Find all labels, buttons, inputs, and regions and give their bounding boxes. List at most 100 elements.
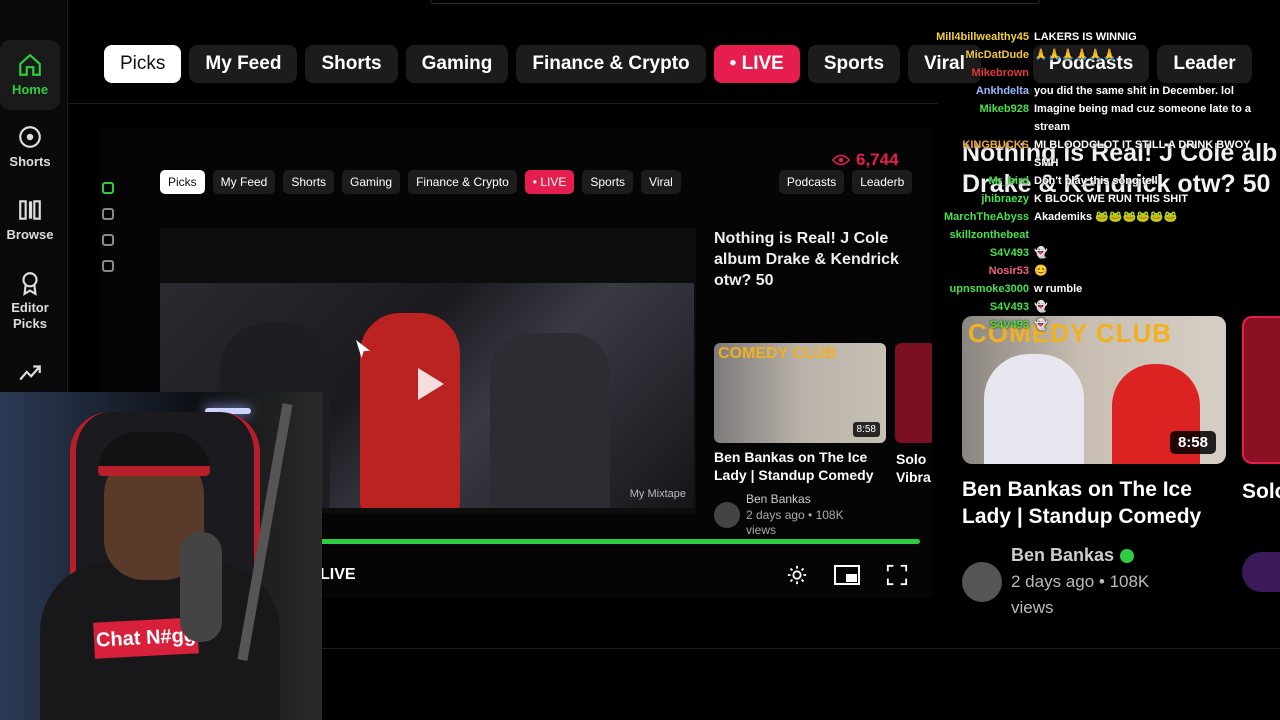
chat-username[interactable]: KINGBUCKS [918, 138, 1029, 152]
viewer-count-value: 6,744 [856, 150, 899, 169]
video-thumbnail[interactable]: COMEDY CLUB 8:58 [962, 316, 1226, 464]
sidebar-item-label: Shorts [9, 154, 51, 169]
thumbnail-brand: COMEDY CLUB [718, 345, 837, 362]
tab-live[interactable]: • LIVE [713, 45, 800, 83]
chat-message: SMH [918, 156, 1058, 170]
microphone [180, 532, 222, 642]
video-duration: 8:58 [1169, 431, 1216, 454]
nested-tab-my-feed[interactable]: My Feed [212, 170, 276, 194]
chat-username[interactable]: Mill4billwealthy45 [918, 30, 1029, 44]
nested-tab-podcasts[interactable]: Podcasts [778, 170, 845, 194]
chat-text: Akademiks 🐸🐸🐸🐸🐸🐸 [1034, 211, 1178, 223]
chat-username[interactable]: S4V493 [918, 300, 1029, 314]
webcam-feed: Chat N#gg [0, 392, 322, 720]
chat-username[interactable]: Ankhdelta [918, 84, 1029, 98]
mini-sidebar [100, 168, 120, 388]
video-watermark: My Mixtape [629, 488, 686, 500]
chat-username[interactable]: Mikeb928 [918, 102, 1029, 116]
top-frame [430, 0, 1040, 4]
nested-tab-shorts[interactable]: Shorts [283, 170, 335, 194]
nested-video-thumbnail[interactable]: COMEDY CLUB 8:58 [714, 343, 886, 443]
chat-username[interactable]: upnsmoke3000 [918, 282, 1029, 296]
video-author[interactable]: Ben Bankas [1011, 545, 1135, 566]
chat-message: S4V493 👻 [918, 318, 1048, 332]
nested-tab-picks[interactable]: Picks [160, 170, 205, 194]
chat-text: 👻 [1034, 247, 1048, 259]
chat-username[interactable]: skillzonthebeat [918, 228, 1029, 242]
chat-username[interactable]: Nosir53 [918, 264, 1029, 278]
trending-icon [19, 365, 41, 381]
chat-username[interactable]: MicDatDude [918, 48, 1029, 62]
chat-username[interactable]: S4V493 [918, 246, 1029, 260]
nested-tab-leaderboard[interactable]: Leaderb [852, 170, 913, 194]
chat-message: KINGBUCKS MI BLOODCLOT IT STILL A DRINK B… [918, 138, 1251, 152]
chat-username[interactable]: Mikebrown [918, 66, 1029, 80]
chat-message: Mr_bird Don't play this song tell [918, 174, 1158, 188]
tab-my-feed[interactable]: My Feed [189, 45, 298, 83]
settings-gear-icon[interactable] [786, 564, 808, 586]
nested-tab-finance-crypto[interactable]: Finance & Crypto [408, 170, 517, 194]
nested-tab-live[interactable]: • LIVE [524, 170, 575, 194]
video-author-name: Ben Bankas [1011, 545, 1115, 565]
nested-video-author[interactable]: Ben Bankas [746, 492, 811, 506]
chat-message: MicDatDude 🙏🙏🙏🙏🙏🙏 [918, 48, 1116, 62]
chat-message: jhibraezy K BLOCK WE RUN THIS SHIT [918, 192, 1188, 206]
chat-username[interactable]: jhibraezy [918, 192, 1029, 206]
nested-video-thumbnail-2[interactable] [895, 343, 932, 443]
video-title-2[interactable]: Solo Vibr [1242, 478, 1280, 505]
chat-message: MarchTheAbyss Akademiks 🐸🐸🐸🐸🐸🐸 [918, 210, 1177, 224]
tab-picks[interactable]: Picks [104, 45, 182, 83]
video-progress-bar[interactable] [320, 539, 920, 544]
nested-video-title[interactable]: Ben Bankas on The Ice Lady | Standup Com… [714, 448, 884, 484]
chat-text: w rumble [1034, 283, 1083, 295]
pip-icon[interactable] [834, 564, 860, 586]
chat-message: Mill4billwealthy45 LAKERS IS WINNIG [918, 30, 1137, 44]
chat-text: 😊 [1034, 265, 1048, 277]
chat-message: upnsmoke3000 w rumble [918, 282, 1083, 296]
chat-message: stream [918, 120, 1070, 134]
chat-text: K BLOCK WE RUN THIS SHIT [1034, 193, 1188, 205]
video-meta: 2 days ago • 108K views [1011, 572, 1150, 617]
chat-username[interactable]: Mr_bird [918, 174, 1029, 188]
fullscreen-icon[interactable] [886, 564, 908, 586]
sidebar-item-trending[interactable] [0, 360, 60, 390]
chat-text: 🙏🙏🙏🙏🙏🙏 [1034, 49, 1117, 61]
video-title[interactable]: Ben Bankas on The Ice Lady | Standup Com… [962, 476, 1232, 530]
chat-message: skillzonthebeat [918, 228, 1034, 242]
sidebar-item-browse[interactable]: Browse [0, 197, 60, 243]
tab-finance-crypto[interactable]: Finance & Crypto [516, 45, 706, 83]
sidebar-item-label: Home [11, 82, 49, 97]
nested-tab-sports[interactable]: Sports [582, 170, 634, 194]
video-thumbnail-2[interactable] [1242, 316, 1280, 464]
sidebar-item-shorts[interactable]: Shorts [0, 124, 60, 170]
chat-text: stream [1034, 121, 1071, 133]
nested-category-tabs: Picks My Feed Shorts Gaming Finance & Cr… [160, 170, 913, 194]
chat-username[interactable]: S4V493 [918, 318, 1029, 332]
avatar-2[interactable] [1242, 552, 1280, 592]
sidebar-item-home[interactable]: Home [0, 40, 60, 110]
nested-tab-gaming[interactable]: Gaming [342, 170, 401, 194]
tab-gaming[interactable]: Gaming [405, 45, 509, 83]
sidebar-item-editor-picks[interactable]: Editor Picks [0, 270, 60, 332]
tab-leaderboard[interactable]: Leader [1157, 45, 1252, 83]
video-duration: 8:58 [852, 422, 880, 437]
chat-message: S4V493 👻 [918, 246, 1048, 260]
tab-shorts[interactable]: Shorts [305, 45, 398, 83]
chat-message: Mikebrown [918, 66, 1034, 80]
chat-message: S4V493 👻 [918, 300, 1048, 314]
avatar[interactable] [962, 562, 1002, 602]
viewer-count: 6,744 [832, 150, 899, 170]
live-indicator: LIVE [320, 566, 356, 583]
sidebar-item-label: Editor Picks [11, 300, 49, 331]
avatar[interactable] [714, 502, 740, 528]
shorts-icon [19, 126, 41, 148]
play-icon[interactable] [418, 368, 444, 400]
nested-stream-title: Nothing is Real! J Cole album Drake & Ke… [714, 230, 899, 289]
tab-sports[interactable]: Sports [807, 45, 901, 83]
nested-tab-viral[interactable]: Viral [641, 170, 681, 194]
chat-username[interactable]: MarchTheAbyss [918, 210, 1029, 224]
divider [322, 648, 1280, 649]
chat-text: Imagine being mad cuz someone late to a [1034, 103, 1251, 115]
nested-video-title-2[interactable]: Solo Vibra [896, 450, 932, 486]
chat-text: MI BLOODCLOT IT STILL A DRINK BWOY [1034, 139, 1251, 151]
